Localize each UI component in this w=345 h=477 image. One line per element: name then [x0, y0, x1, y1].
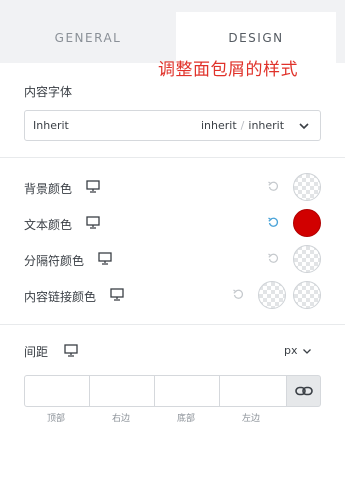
spacing-bottom-caption: 底部: [176, 414, 195, 424]
link-icon: [295, 386, 313, 396]
content-font-label: 内容字体: [24, 85, 73, 99]
font-family-value: Inherit: [33, 119, 69, 132]
separator-color-swatch[interactable]: [293, 245, 321, 273]
spacing-right-input[interactable]: [89, 375, 155, 407]
annotation-text: 调整面包屑的样式: [158, 60, 298, 80]
monitor-icon[interactable]: [86, 216, 100, 229]
font-separator: /: [240, 119, 245, 132]
content-font-select[interactable]: Inherit inherit / inherit: [24, 110, 321, 141]
separator-color-label: 分隔符颜色: [24, 254, 85, 268]
link-hover-color-swatch[interactable]: [293, 281, 321, 309]
divider: [0, 157, 345, 158]
spacing-top-input[interactable]: [24, 375, 90, 407]
spacing-label: 间距: [24, 345, 49, 359]
font-weight-value: inherit: [201, 119, 237, 132]
monitor-icon[interactable]: [86, 180, 100, 193]
chevron-down-icon: [299, 123, 309, 130]
monitor-icon[interactable]: [98, 252, 112, 265]
monitor-icon[interactable]: [110, 288, 124, 301]
reset-icon[interactable]: [267, 180, 279, 192]
spacing-unit-select[interactable]: px: [284, 344, 298, 357]
reset-icon[interactable]: [267, 252, 279, 264]
spacing-bottom-input[interactable]: [154, 375, 220, 407]
reset-icon[interactable]: [267, 216, 279, 228]
tab-general[interactable]: GENERAL: [0, 12, 176, 63]
spacing-right-caption: 右边: [111, 414, 130, 424]
link-values-button[interactable]: [286, 375, 321, 407]
reset-icon[interactable]: [232, 288, 244, 300]
chevron-down-icon[interactable]: [302, 346, 312, 356]
font-style-value: inherit: [248, 119, 285, 132]
tabs-edge: [336, 0, 345, 63]
background-color-swatch[interactable]: [293, 173, 321, 201]
text-color-label: 文本颜色: [24, 218, 73, 232]
monitor-icon[interactable]: [64, 344, 78, 357]
divider: [0, 324, 345, 325]
link-color-swatch[interactable]: [258, 281, 286, 309]
background-color-label: 背景颜色: [24, 182, 73, 196]
text-color-swatch[interactable]: [293, 209, 321, 237]
font-weight-style: inherit / inherit: [201, 119, 284, 132]
link-color-label: 内容链接颜色: [24, 290, 97, 304]
spacing-top-caption: 顶部: [46, 414, 65, 424]
spacing-left-caption: 左边: [241, 414, 260, 424]
spacing-left-input[interactable]: [219, 375, 287, 407]
panel-tabs: GENERAL DESIGN: [0, 0, 345, 63]
